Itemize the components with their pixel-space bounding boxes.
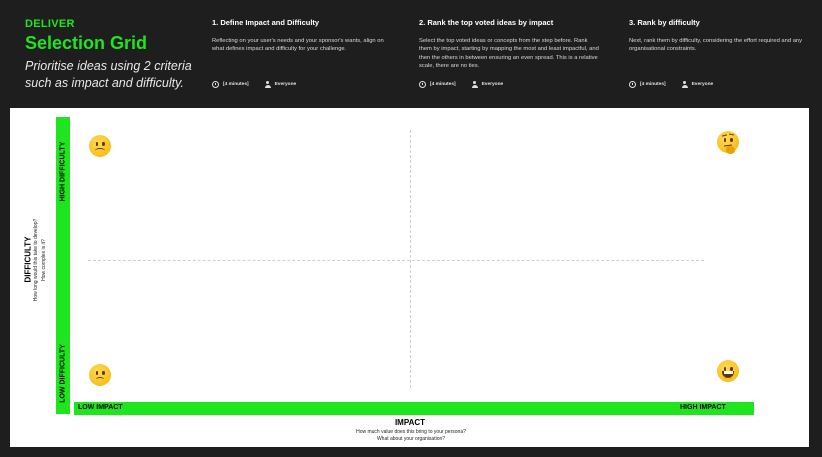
- difficulty-axis-question-1: How long would this take to develop?: [33, 218, 39, 302]
- clock-icon: [629, 81, 636, 88]
- slightly-frowning-face-icon: [89, 364, 111, 386]
- step-title: 2. Rank the top voted ideas by impact: [419, 18, 554, 27]
- step-duration: [4 minutes]: [430, 82, 456, 87]
- vertical-divider: [410, 130, 411, 388]
- horizontal-divider: [88, 260, 704, 261]
- step-3: 3. Rank by difficulty Next, rank them by…: [629, 18, 809, 54]
- step-participants: Everyone: [481, 82, 504, 87]
- person-icon: [264, 81, 271, 88]
- step-3-meta: [4 minutes] Everyone: [629, 81, 713, 88]
- grinning-face-icon: [717, 360, 739, 382]
- difficulty-axis-question-2: How complex is it?: [41, 239, 47, 281]
- frowning-face-icon: [89, 135, 111, 157]
- phase-label: DELIVER: [25, 18, 75, 30]
- difficulty-axis-title: DIFFICULTY: [23, 236, 33, 283]
- step-participants: Everyone: [274, 82, 297, 87]
- thinking-face-icon: [717, 131, 739, 154]
- clock-icon: [419, 81, 426, 88]
- step-description: Select the top voted ideas or concepts f…: [419, 38, 599, 69]
- step-description: Next, rank them by difficulty, consideri…: [629, 38, 803, 53]
- step-duration: [4 minutes]: [223, 82, 249, 87]
- person-icon: [681, 81, 688, 88]
- impact-axis-question-2: What about your organisation?: [376, 436, 446, 442]
- step-1-meta: [4 minutes] Everyone: [212, 81, 296, 88]
- step-participants: Everyone: [691, 82, 714, 87]
- step-1: 1. Define Impact and Difficulty Reflecti…: [212, 18, 392, 54]
- step-2: 2. Rank the top voted ideas by impact Se…: [419, 18, 599, 70]
- high-impact-label: HIGH IMPACT: [680, 404, 726, 411]
- step-description: Reflecting on your user's needs and your…: [212, 38, 384, 53]
- impact-axis-title: IMPACT: [394, 418, 426, 427]
- page-title: Selection Grid: [25, 33, 148, 53]
- step-2-meta: [4 minutes] Everyone: [419, 81, 503, 88]
- person-icon: [471, 81, 478, 88]
- step-title: 1. Define Impact and Difficulty: [212, 18, 320, 27]
- impact-axis-bar: [74, 402, 754, 415]
- impact-axis-question-1: How much value does this bring to your p…: [356, 429, 466, 435]
- header: DELIVER Selection Grid Prioritise ideas …: [0, 0, 822, 108]
- high-difficulty-label: HIGH DIFFICULTY: [59, 141, 67, 202]
- low-difficulty-label: LOW DIFFICULTY: [59, 344, 67, 403]
- step-duration: [4 minutes]: [640, 82, 666, 87]
- page-subtitle: Prioritise ideas using 2 criteria such a…: [25, 59, 192, 90]
- clock-icon: [212, 81, 219, 88]
- step-title: 3. Rank by difficulty: [629, 18, 700, 27]
- low-impact-label: LOW IMPACT: [78, 404, 123, 411]
